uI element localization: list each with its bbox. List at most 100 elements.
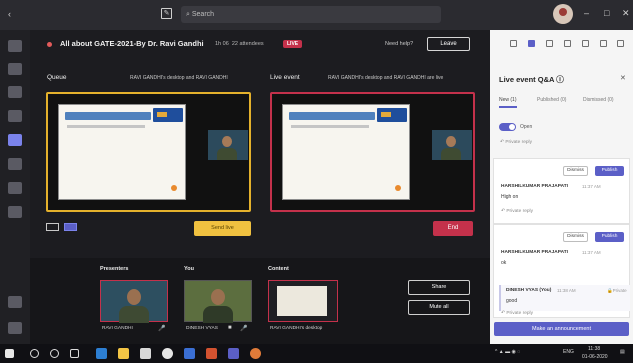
edge-icon[interactable] xyxy=(96,348,107,359)
chat-icon[interactable] xyxy=(8,63,22,75)
search-placeholder: Search xyxy=(191,11,215,18)
event-meta: 1h 06 22 attendees xyxy=(215,41,264,47)
user-avatar[interactable] xyxy=(553,4,573,24)
slide-logo xyxy=(153,108,183,122)
leave-button[interactable]: Leave xyxy=(427,37,470,51)
filter-icon[interactable] xyxy=(510,40,517,47)
presenter-camera xyxy=(208,130,248,160)
tab-new[interactable]: New (1) xyxy=(499,97,517,108)
toggle-label: Open xyxy=(520,124,533,130)
minimize-icon[interactable]: – xyxy=(584,8,589,18)
need-help-link[interactable]: Need help? xyxy=(385,41,413,47)
slide-marker xyxy=(171,185,177,191)
clock-date[interactable]: 01-06-2020 xyxy=(582,354,608,360)
file-explorer-icon[interactable] xyxy=(118,348,129,359)
qa-tabs: New (1) Published (0) Dismissed (0) xyxy=(499,97,625,109)
private-reply-link[interactable]: ↶ Private reply xyxy=(501,209,533,214)
make-announcement-button[interactable]: Make an announcement xyxy=(494,322,629,336)
chrome-icon[interactable] xyxy=(162,348,173,359)
mute-all-button[interactable]: Mute all xyxy=(408,300,470,315)
calls-icon[interactable] xyxy=(8,158,22,170)
settings-icon[interactable] xyxy=(600,40,607,47)
you-label: You xyxy=(184,266,194,272)
files-icon[interactable] xyxy=(8,182,22,194)
close-icon[interactable]: ✕ xyxy=(622,8,630,19)
shared-slide xyxy=(282,104,410,200)
private-reply-link[interactable]: ↶ Private reply xyxy=(500,140,532,145)
title-bar: ‹ ✎ ⌕ Search – □ ✕ xyxy=(0,0,633,30)
live-preview[interactable] xyxy=(270,92,475,212)
language-indicator[interactable]: ENG xyxy=(563,349,574,355)
tray-icons[interactable]: ^ ▲ ▬ ◉ ◌ xyxy=(495,349,520,355)
slide-text-line xyxy=(291,125,369,128)
task-view-icon[interactable] xyxy=(70,349,79,358)
queue-preview[interactable] xyxy=(46,92,251,212)
people-icon[interactable] xyxy=(564,40,571,47)
private-tag: 🔒Private xyxy=(607,288,627,293)
qa-open-toggle[interactable] xyxy=(499,123,516,131)
app-rail xyxy=(0,30,30,344)
presenter-thumbnail[interactable] xyxy=(100,280,168,323)
end-button[interactable]: End xyxy=(433,221,473,236)
mic-icon[interactable]: 🎤 xyxy=(240,325,247,332)
single-layout-icon[interactable] xyxy=(46,223,59,231)
content-thumbnail[interactable] xyxy=(268,280,338,322)
slide-header-bar xyxy=(65,112,151,120)
notes-icon[interactable] xyxy=(546,40,553,47)
side-by-side-layout-icon[interactable] xyxy=(64,223,77,231)
slide-logo xyxy=(377,108,407,122)
compose-icon[interactable]: ✎ xyxy=(161,8,172,19)
question-text: High on xyxy=(501,194,519,200)
you-thumbnail[interactable] xyxy=(184,280,252,323)
private-reply-text: Private reply xyxy=(505,140,533,145)
live-event-source: RAVI GANDHI's desktop and RAVI GANDHI ar… xyxy=(328,75,444,81)
notifications-icon[interactable]: ▤ xyxy=(620,349,625,355)
close-panel-icon[interactable]: ✕ xyxy=(620,74,626,82)
content-label: Content xyxy=(268,266,289,272)
attendee-count: 22 attendees xyxy=(231,41,264,47)
publish-button[interactable]: Publish xyxy=(595,232,624,242)
content-name: RAVI GANDHI's desktop xyxy=(270,326,323,331)
cortana-icon[interactable] xyxy=(50,349,59,358)
presenter-body xyxy=(119,306,149,323)
queue-label: Queue xyxy=(47,74,67,81)
publish-button[interactable]: Publish xyxy=(595,166,624,176)
question-card: Dismiss Publish HARSHILKUMAR PRAJAPATI 1… xyxy=(493,224,630,318)
mic-icon[interactable]: 🎤 xyxy=(158,325,165,332)
maximize-icon[interactable]: □ xyxy=(604,8,609,18)
reply-item: DINESH VYAS (You) 11:38 AM 🔒Private good xyxy=(499,285,630,311)
share-button[interactable]: Share xyxy=(408,280,470,295)
meeting-toolbar xyxy=(490,30,633,56)
dismiss-button[interactable]: Dismiss xyxy=(563,232,588,242)
info-icon[interactable]: ⓘ xyxy=(556,75,564,84)
qa-icon[interactable] xyxy=(528,40,535,47)
clock-time[interactable]: 11:38 xyxy=(588,346,600,352)
help-icon[interactable] xyxy=(8,322,22,334)
send-live-button[interactable]: Send live xyxy=(194,221,251,236)
back-icon[interactable]: ‹ xyxy=(8,9,11,19)
apps-icon[interactable] xyxy=(8,296,22,308)
tab-dismissed[interactable]: Dismissed (0) xyxy=(583,97,614,103)
calendar-icon[interactable] xyxy=(8,134,22,146)
firefox-icon[interactable] xyxy=(250,348,261,359)
teams-icon[interactable] xyxy=(228,348,239,359)
live-event-label: Live event xyxy=(270,74,300,81)
health-icon[interactable] xyxy=(617,40,624,47)
search-input[interactable]: ⌕ Search xyxy=(181,6,441,23)
store-icon[interactable] xyxy=(140,348,151,359)
you-name: DINESH VYAS xyxy=(186,326,218,331)
word-icon[interactable] xyxy=(184,348,195,359)
windows-start-icon[interactable] xyxy=(5,349,14,358)
teams-icon[interactable] xyxy=(8,86,22,98)
dismiss-button[interactable]: Dismiss xyxy=(563,166,588,176)
chat-icon[interactable] xyxy=(582,40,589,47)
tab-published[interactable]: Published (0) xyxy=(537,97,566,103)
activity-icon[interactable] xyxy=(8,40,22,52)
more-apps-icon[interactable] xyxy=(8,206,22,218)
camera-icon[interactable]: ■ xyxy=(228,325,232,331)
question-author: HARSHILKUMAR PRAJAPATI xyxy=(501,184,568,189)
private-reply-link[interactable]: ↶ Private reply xyxy=(501,311,533,316)
powerpoint-icon[interactable] xyxy=(206,348,217,359)
search-icon[interactable] xyxy=(30,349,39,358)
assignments-icon[interactable] xyxy=(8,110,22,122)
